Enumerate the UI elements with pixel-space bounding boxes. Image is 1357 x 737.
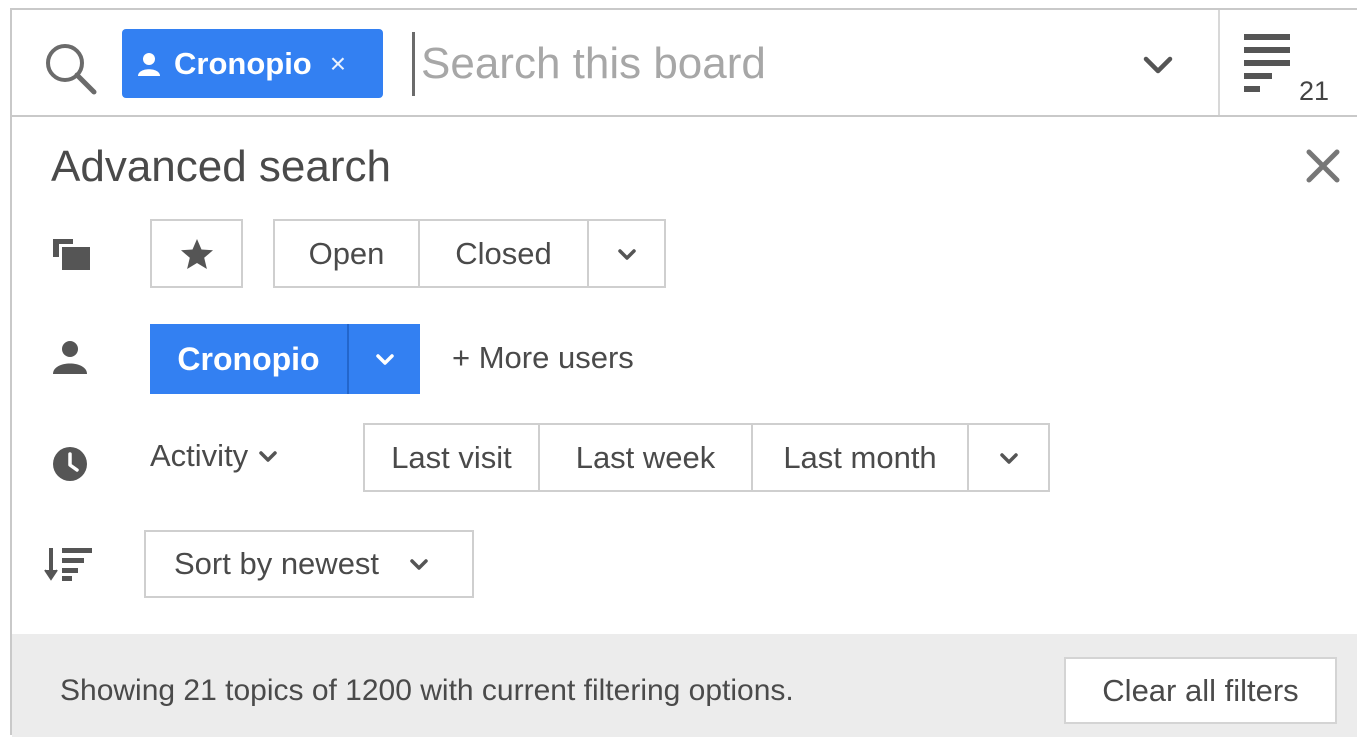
topics-icon: [53, 239, 90, 270]
search-icon[interactable]: [42, 40, 98, 96]
sort-label: Sort by newest: [174, 546, 380, 581]
results-status-text: Showing 21 topics of 1200 with current f…: [60, 674, 794, 707]
chevron-down-icon[interactable]: [1138, 48, 1178, 82]
activity-dropdown[interactable]: Activity: [150, 438, 280, 474]
user-filter-dropdown[interactable]: [349, 324, 420, 394]
chevron-down-icon: [410, 559, 428, 570]
status-closed-button[interactable]: Closed: [420, 221, 589, 286]
clear-all-filters-button[interactable]: Clear all filters: [1064, 657, 1337, 724]
sort-dropdown[interactable]: Sort by newest: [144, 530, 474, 598]
user-filter-label[interactable]: Cronopio: [150, 324, 349, 394]
star-icon: [180, 238, 213, 269]
close-icon[interactable]: [1305, 148, 1341, 184]
chevron-down-icon: [999, 452, 1018, 464]
more-users-link[interactable]: + More users: [452, 340, 634, 376]
last-month-button[interactable]: Last month: [753, 425, 969, 490]
chip-remove-button[interactable]: ×: [330, 48, 346, 80]
status-open-button[interactable]: Open: [275, 221, 420, 286]
search-input[interactable]: [412, 32, 1112, 96]
time-more-button[interactable]: [969, 425, 1048, 490]
activity-label: Activity: [150, 438, 249, 473]
last-week-button[interactable]: Last week: [540, 425, 753, 490]
page-title: Advanced search: [51, 142, 391, 191]
sort-icon: [44, 548, 92, 581]
starred-button[interactable]: [150, 219, 243, 288]
clock-icon: [53, 447, 87, 481]
user-filter-button[interactable]: Cronopio: [150, 324, 420, 394]
status-more-button[interactable]: [589, 221, 664, 286]
divider: [1218, 10, 1220, 115]
search-bar: Cronopio × 21: [12, 10, 1357, 117]
status-segmented: Open Closed: [273, 219, 666, 288]
user-chip-label: Cronopio: [174, 45, 312, 81]
time-segmented: Last visit Last week Last month: [363, 423, 1050, 492]
chevron-down-icon: [617, 248, 636, 260]
chevron-down-icon: [259, 451, 277, 462]
results-footer: Showing 21 topics of 1200 with current f…: [12, 634, 1357, 737]
topic-count: 21: [1299, 76, 1330, 106]
chevron-down-icon: [375, 354, 394, 365]
user-icon: [53, 341, 87, 374]
last-visit-button[interactable]: Last visit: [365, 425, 540, 490]
search-panel: Cronopio × 21 Advanced search: [10, 8, 1357, 737]
user-icon: [138, 52, 160, 76]
user-filter-chip[interactable]: Cronopio ×: [122, 29, 383, 98]
